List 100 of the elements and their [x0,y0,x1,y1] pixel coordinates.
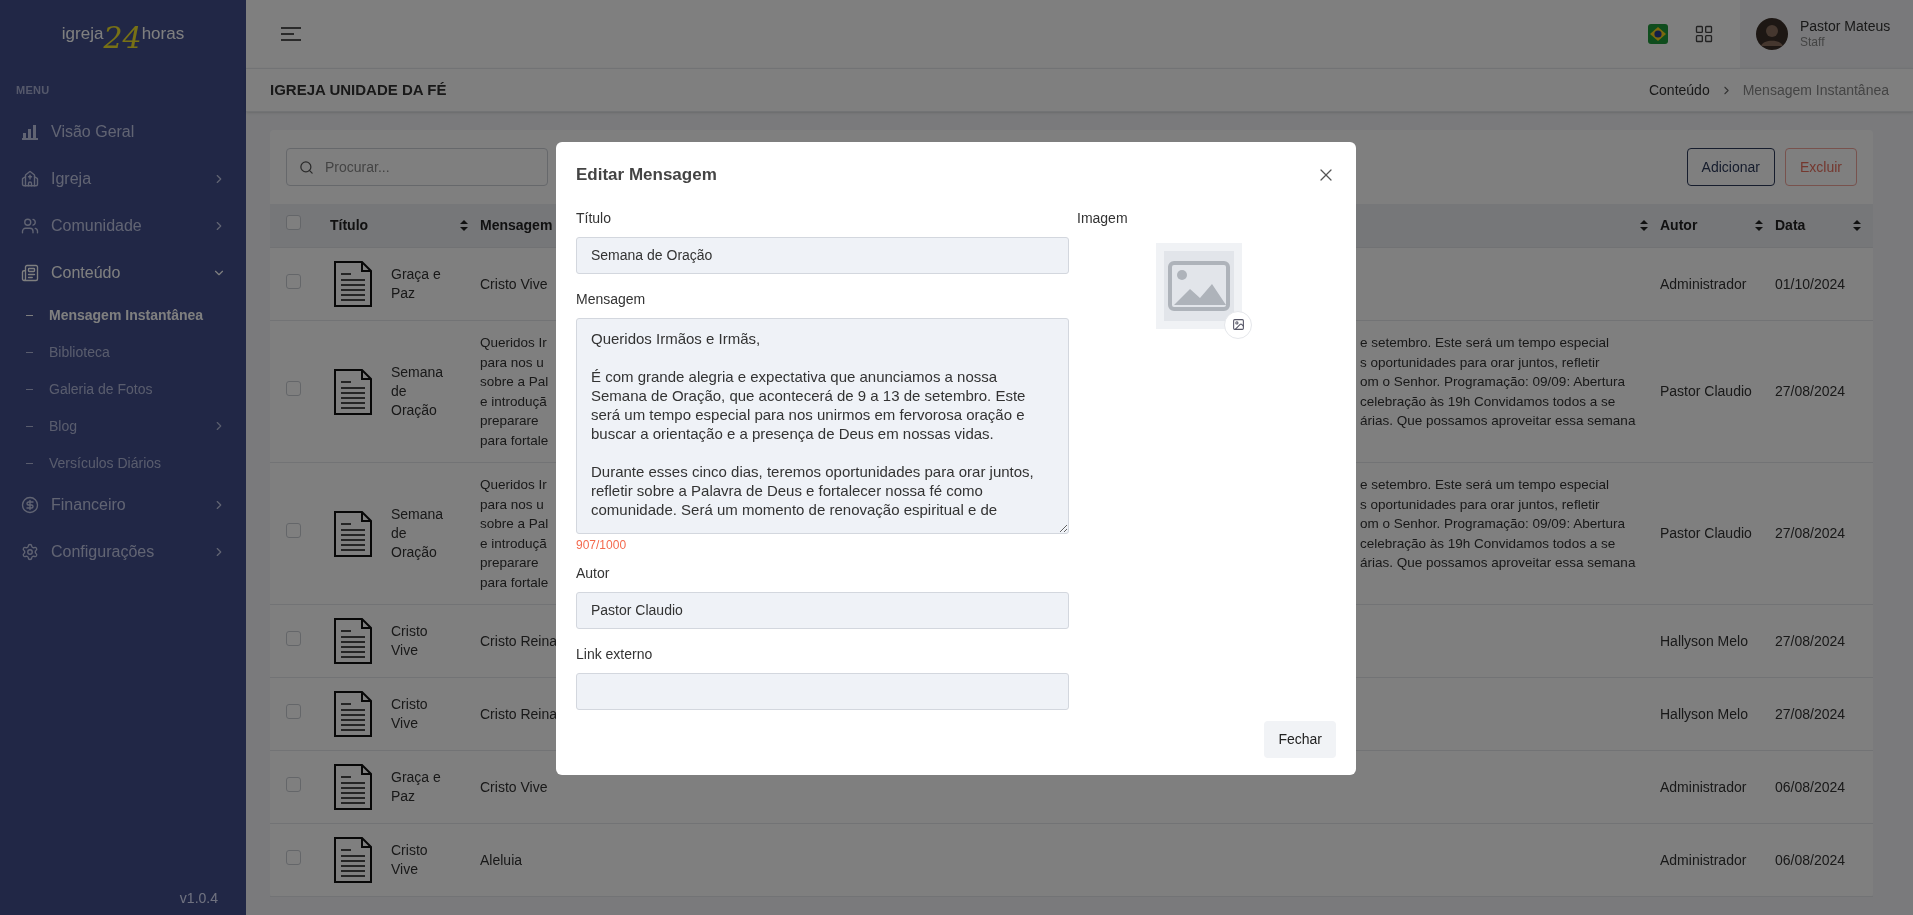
table-cell: Administrador [1660,275,1747,292]
table-cell-text: Graça e Paz [391,768,442,806]
sort-icon[interactable] [1755,220,1763,231]
table-cell: 27/08/2024 [1775,632,1846,649]
submenu-item[interactable]: Galeria de Fotos [0,370,246,408]
table-cell: 27/08/2024 [1775,383,1846,399]
sort-icon[interactable] [1640,220,1648,231]
field-label: Autor [576,563,611,583]
submenu-item[interactable]: Mensagem Instantânea [0,296,246,334]
document-icon [334,764,372,810]
close-button[interactable]: Fechar [1264,720,1336,758]
table-cell-text: s oportunidades para orar juntos, refletir [1360,495,1600,514]
table-cell-text: om o Senhor. Programação: 09/09: Abertura [1360,515,1625,533]
text-field[interactable] [576,672,1069,710]
submenu-item[interactable]: Versículos Diários [0,444,246,482]
row-checkbox[interactable] [286,630,301,646]
table-cell: Pastor Claudio [1660,525,1752,541]
table-cell: Administrador [1660,778,1747,795]
document-icon [334,837,372,883]
table-cell: Pastor Claudio [1660,383,1752,399]
table-cell-text: sobre a Pal [480,515,549,533]
row-checkbox[interactable] [286,273,301,289]
add-button[interactable]: Adicionar [1686,148,1775,186]
page-title: IGREJA UNIDADE DA FÉ [270,79,447,100]
settings-icon [21,543,39,561]
text-field[interactable]: Semana de Oração [576,236,1069,274]
table-cell-text: para fortale [480,431,549,450]
table-cell-text: árias. Que possamos aproveitar essa semana [1360,412,1636,430]
table-cell: Administrador [1660,851,1747,868]
table-cell: Hallyson Melo [1660,632,1748,649]
table-cell: Cristo Vive [480,275,548,292]
row-checkbox[interactable] [286,703,301,719]
table-cell: Aleluia [480,851,523,868]
table-cell: 01/10/2024 [1775,275,1846,292]
flag-icon[interactable] [1648,24,1668,44]
breadcrumb-item: Mensagem Instantânea [1742,80,1889,100]
table-cell-text: Graça e Paz [391,265,442,303]
sidebar-item[interactable]: Igreja [0,155,246,203]
sidebar-item[interactable]: Comunidade [0,202,246,250]
version-label: v1.0.4 [179,889,218,908]
column-header[interactable]: Mensagem [480,215,553,236]
table-cell-text: Cristo Vive [391,695,429,733]
table-cell-text: árias. Que possamos aproveitar essa semana [1360,554,1636,572]
table-cell: 06/08/2024 [1775,778,1846,795]
table-cell-text: e setembro. Este será um tempo especial [1360,334,1610,352]
sort-icon[interactable] [1853,220,1861,231]
church-icon [21,170,39,188]
dialog-title: Editar Mensagem [576,164,717,186]
sidebar-item[interactable]: Configurações [0,528,246,576]
table-cell-text: e setembro. Este será um tempo especial [1360,476,1610,494]
sidebar-item[interactable]: Visão Geral [0,108,246,156]
field-label: Link externo [576,644,654,664]
submenu-item[interactable]: Biblioteca [0,333,246,371]
table-cell-text: s oportunidades para orar juntos, refletir [1360,353,1600,372]
table-cell-text: para nos u [480,495,544,514]
column-header[interactable]: Data [1775,215,1806,236]
table-cell: Cristo Reina [480,632,558,649]
field-label: Imagem [1077,208,1129,228]
table-cell: Hallyson Melo [1660,705,1748,722]
table-cell-text: celebração às 19h Convidamos todos a se [1360,392,1616,411]
sort-icon[interactable] [460,220,468,231]
avatar [1756,18,1788,50]
character-counter: 907/1000 [576,536,628,554]
newspaper-icon [21,264,39,282]
row-checkbox[interactable] [286,776,301,792]
table-cell: 06/08/2024 [1775,851,1846,868]
table-cell-text: Cristo Vive [391,841,429,879]
search-field[interactable]: Procurar... [286,148,548,186]
table-cell-text: Cristo Vive [391,622,429,660]
document-icon [334,691,372,737]
table-cell: 27/08/2024 [1775,705,1846,722]
row-checkbox[interactable] [286,849,301,865]
table-cell-text: celebração às 19h Convidamos todos a se [1360,534,1616,553]
table-cell: 27/08/2024 [1775,525,1846,541]
submenu-item[interactable]: Blog [0,407,246,445]
column-header[interactable]: Título [330,215,369,236]
row-checkbox[interactable] [286,215,301,230]
message-textarea[interactable]: Queridos Irmãos e Irmãs, É com grande alegria e expectativa que anunciamos a nossa Semana de Oração, que acontecerá de 9 a 13 de setembro. Este será um tempo especial para nos unirmos em fervorosa oração e buscar a orientação e a presença de Deus em nossas vidas. Durante esses cinco dias, teremos oportunidades para orar juntos, refletir sobre a Palavra de Deus e fortalecer nossa fé como comunidade. Será um momento de renovação espiritual e de [576,317,1069,534]
document-icon [334,618,372,664]
breadcrumb-item[interactable]: Conteúdo [1648,79,1710,101]
delete-button[interactable]: Excluir [1785,148,1857,186]
document-icon [334,368,372,415]
change-image-button[interactable] [1224,310,1252,339]
table-cell-text: Semana de Oração [391,363,445,420]
table-cell-text: e introduçã [480,392,547,411]
table-cell-text: Queridos Ir [480,476,547,494]
row-checkbox[interactable] [286,381,301,396]
text-field[interactable]: Pastor Claudio [576,591,1069,629]
row-checkbox[interactable] [286,523,301,538]
users-icon [21,217,39,235]
sidebar-item[interactable]: Conteúdo [0,249,246,297]
table-cell-text: preparare [480,412,539,430]
menu-icon[interactable] [280,26,302,42]
apps-grid-icon[interactable] [1694,24,1714,44]
column-header[interactable]: Autor [1660,215,1698,236]
table-cell-text: Semana de Oração [391,505,445,562]
table-cell-text: preparare [480,554,539,572]
table-cell-text: para nos u [480,353,544,372]
table-cell-text: sobre a Pal [480,373,549,391]
sidebar-item[interactable]: Financeiro [0,481,246,529]
